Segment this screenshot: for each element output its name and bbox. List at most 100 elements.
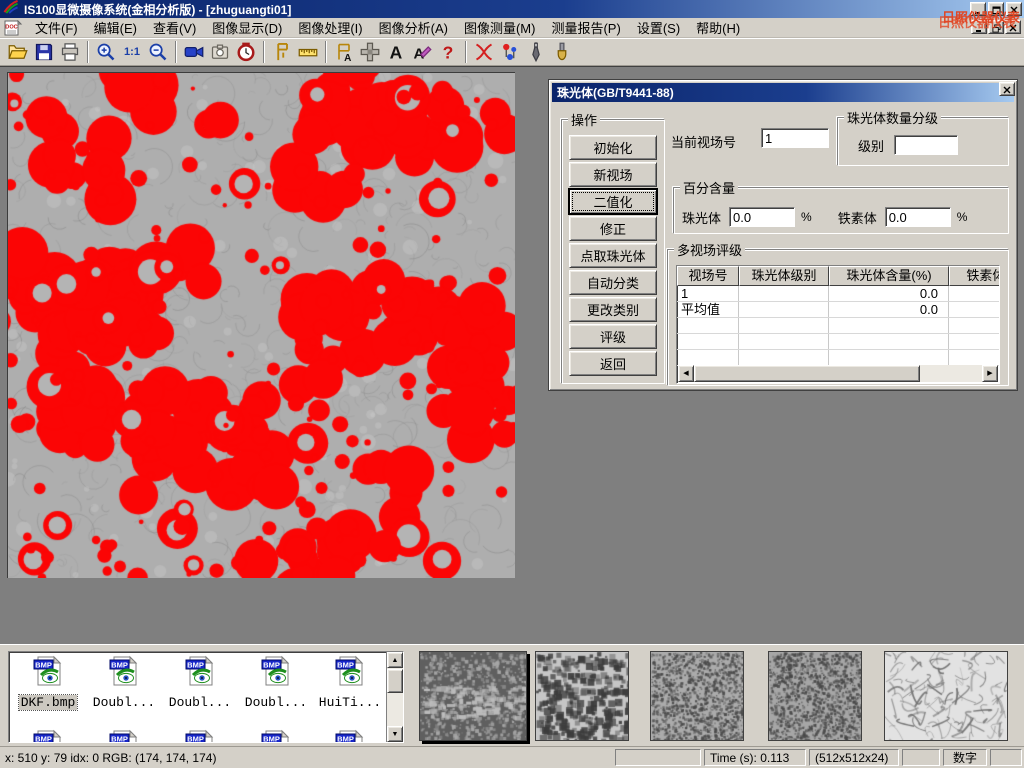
menu-image-display[interactable]: 图像显示(D) bbox=[204, 16, 290, 39]
dialog-close-icon[interactable] bbox=[999, 82, 1015, 96]
pearlite-label: 珠光体 bbox=[682, 208, 721, 227]
window-maximize-button[interactable] bbox=[988, 2, 1004, 16]
metallograph-image[interactable] bbox=[8, 73, 515, 578]
thumbnail-2[interactable] bbox=[535, 651, 629, 741]
file-item[interactable]: BMP Doubl... bbox=[163, 654, 237, 711]
operation-group-label: 操作 bbox=[568, 110, 600, 129]
menu-image-analysis[interactable]: 图像分析(A) bbox=[371, 16, 456, 39]
col-ferrite-content[interactable]: 铁素体含量(%) bbox=[949, 266, 1000, 286]
svg-text:BMP: BMP bbox=[337, 735, 354, 744]
brush-tool-icon[interactable] bbox=[549, 40, 575, 64]
window-title: IS100显微摄像系统(金相分析版) - [zhuguangti01] bbox=[24, 1, 291, 18]
file-item[interactable]: BMP HuiTi... bbox=[313, 654, 387, 711]
file-item[interactable]: BMP Doubl... bbox=[239, 654, 313, 711]
open-icon[interactable] bbox=[5, 40, 31, 64]
percent-group: 百分含量 珠光体 % 铁素体 % bbox=[673, 178, 1009, 234]
help-icon[interactable]: ? bbox=[435, 40, 461, 64]
initialize-button[interactable]: 初始化 bbox=[569, 135, 657, 160]
bmp-file-icon: BMP bbox=[107, 654, 141, 688]
mdi-restore-button[interactable] bbox=[988, 20, 1004, 34]
correct-button[interactable]: 修正 bbox=[569, 216, 657, 241]
col-field-no[interactable]: 视场号 bbox=[677, 266, 739, 286]
thumbnail-4[interactable] bbox=[768, 651, 862, 741]
file-item[interactable]: BMP bbox=[239, 728, 313, 743]
pen-tool-icon[interactable] bbox=[523, 40, 549, 64]
file-item[interactable]: BMP bbox=[163, 728, 237, 743]
menu-view[interactable]: 查看(V) bbox=[145, 16, 204, 39]
scroll-left-icon[interactable]: ◀ bbox=[678, 365, 694, 382]
new-field-button[interactable]: 新视场 bbox=[569, 162, 657, 187]
col-pearlite-grade[interactable]: 珠光体级别 bbox=[739, 266, 829, 286]
file-item[interactable]: BMP bbox=[313, 728, 387, 743]
pick-pearlite-button[interactable]: 点取珠光体 bbox=[569, 243, 657, 268]
curve-cut-icon[interactable] bbox=[471, 40, 497, 64]
svg-text:BMP: BMP bbox=[35, 735, 52, 744]
grade-input[interactable] bbox=[894, 135, 958, 155]
scrollbar-thumb[interactable] bbox=[694, 365, 920, 382]
annotate-icon[interactable]: A bbox=[409, 40, 435, 64]
cell-grade bbox=[739, 286, 829, 301]
rate-button[interactable]: 评级 bbox=[569, 324, 657, 349]
scroll-down-icon[interactable]: ▼ bbox=[387, 726, 403, 742]
measure-text-icon[interactable]: A bbox=[331, 40, 357, 64]
thumbnail-1[interactable] bbox=[419, 651, 527, 741]
zoom-out-icon[interactable] bbox=[145, 40, 171, 64]
window-minimize-button[interactable] bbox=[970, 2, 986, 16]
particle-mark-icon[interactable] bbox=[497, 40, 523, 64]
grading-group-label: 珠光体数量分级 bbox=[844, 108, 941, 127]
menu-image-processing[interactable]: 图像处理(I) bbox=[290, 16, 370, 39]
toolbar: 1:1 A A A ? bbox=[0, 38, 1024, 66]
caliper-icon[interactable] bbox=[269, 40, 295, 64]
menu-help[interactable]: 帮助(H) bbox=[688, 16, 748, 39]
thumbnail-5[interactable] bbox=[884, 651, 1008, 741]
bmp-file-icon: BMP bbox=[259, 728, 293, 743]
scroll-up-icon[interactable]: ▲ bbox=[387, 652, 403, 668]
bmp-file-icon: BMP bbox=[31, 654, 65, 688]
window-close-button[interactable] bbox=[1006, 2, 1022, 16]
timer-clock-icon[interactable] bbox=[233, 40, 259, 64]
return-button[interactable]: 返回 bbox=[569, 351, 657, 376]
menu-edit[interactable]: 编辑(E) bbox=[86, 16, 145, 39]
menu-measure-report[interactable]: 测量报告(P) bbox=[543, 16, 628, 39]
current-field-input[interactable] bbox=[761, 128, 829, 148]
file-name: Doubl... bbox=[91, 695, 157, 710]
image-frame bbox=[7, 72, 515, 578]
zoom-in-icon[interactable] bbox=[93, 40, 119, 64]
bmp-file-icon: BMP bbox=[183, 728, 217, 743]
text-icon[interactable]: A bbox=[383, 40, 409, 64]
grade-label: 级别 bbox=[858, 136, 884, 155]
table-row[interactable]: 1 0.0 bbox=[677, 286, 999, 302]
video-camera-icon[interactable] bbox=[181, 40, 207, 64]
binarize-button[interactable]: 二值化 bbox=[569, 189, 657, 214]
change-category-button[interactable]: 更改类别 bbox=[569, 297, 657, 322]
svg-text:A: A bbox=[344, 53, 351, 62]
file-item[interactable]: BMP DKF.bmp bbox=[11, 654, 85, 711]
mdi-minimize-button[interactable] bbox=[971, 20, 987, 34]
ruler-icon[interactable] bbox=[295, 40, 321, 64]
capture-camera-icon[interactable] bbox=[207, 40, 233, 64]
mdi-close-button[interactable] bbox=[1005, 20, 1021, 34]
file-item[interactable]: BMP Doubl... bbox=[87, 654, 161, 711]
ferrite-percent-input[interactable] bbox=[885, 207, 951, 227]
svg-text:BMP: BMP bbox=[187, 661, 204, 670]
menu-image-measure[interactable]: 图像测量(M) bbox=[456, 16, 544, 39]
auto-classify-button[interactable]: 自动分类 bbox=[569, 270, 657, 295]
status-pane-empty bbox=[990, 749, 1022, 766]
print-icon[interactable] bbox=[57, 40, 83, 64]
scrollbar-thumb[interactable] bbox=[387, 669, 403, 693]
dialog-title-bar[interactable]: 珠光体(GB/T9441-88) bbox=[552, 83, 1014, 102]
actual-size-icon[interactable]: 1:1 bbox=[119, 40, 145, 64]
col-pearlite-content[interactable]: 珠光体含量(%) bbox=[829, 266, 949, 286]
menu-settings[interactable]: 设置(S) bbox=[629, 16, 688, 39]
svg-text:?: ? bbox=[443, 42, 454, 62]
thumbnail-3[interactable] bbox=[650, 651, 744, 741]
scroll-right-icon[interactable]: ▶ bbox=[982, 365, 998, 382]
pearlite-percent-input[interactable] bbox=[729, 207, 795, 227]
save-icon[interactable] bbox=[31, 40, 57, 64]
file-item[interactable]: BMP bbox=[11, 728, 85, 743]
table-row[interactable]: 平均值 0.0 bbox=[677, 302, 999, 318]
grid-tool-icon[interactable] bbox=[357, 40, 383, 64]
menu-file[interactable]: 文件(F) bbox=[27, 16, 86, 39]
toolbar-separator bbox=[325, 41, 327, 63]
file-item[interactable]: BMP bbox=[87, 728, 161, 743]
